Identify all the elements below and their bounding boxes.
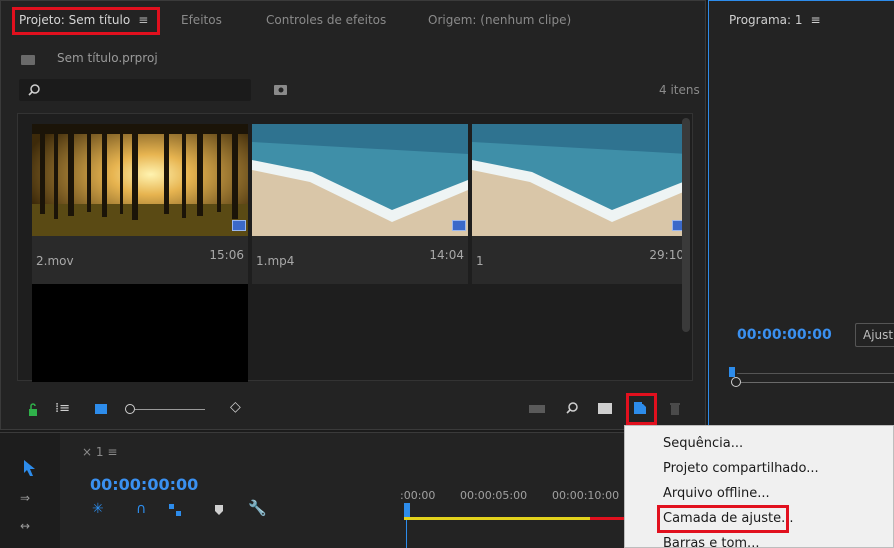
highlight-new-item (626, 393, 657, 425)
search-input[interactable] (19, 79, 251, 101)
clip-duration: 15:06 (209, 248, 244, 262)
panel-menu-icon[interactable]: ≡ (107, 445, 117, 459)
fit-dropdown-label: Ajust (863, 328, 894, 342)
highlight-adjustment-layer (657, 505, 789, 533)
track-select-tool-icon[interactable]: ⇒ (20, 491, 30, 505)
program-zoom-bar[interactable] (741, 382, 894, 383)
ruler-tick-label: 00:00:10:00 (552, 489, 620, 502)
fit-dropdown[interactable]: Ajust (855, 323, 894, 347)
bin-grid: 2.mov 15:06 1.mp4 14:04 1 29:10 (17, 113, 693, 382)
highlight-project-tab (12, 7, 160, 35)
selection-tool-icon[interactable] (22, 459, 36, 477)
zoom-slider-track[interactable] (135, 409, 205, 410)
panel-menu-icon[interactable]: ≡ (810, 13, 820, 27)
project-panel: Projeto: Sem título ≡ Efeitos Controles d… (0, 0, 706, 430)
icon-view-icon[interactable] (95, 404, 107, 414)
clip-name: 2.mov (36, 254, 74, 268)
tab-effect-controls[interactable]: Controles de efeitos (266, 13, 386, 27)
zoom-slider-handle[interactable] (125, 404, 135, 414)
tools-panel: ⇒ ↔ (0, 433, 60, 548)
project-toolbar: ⁞≡ ◇ (1, 391, 705, 429)
timeline-playhead-line (406, 517, 407, 548)
clip-card[interactable]: 1 29:10 (472, 124, 688, 284)
program-panel: Programa: 1 ≡ 00:00:00:00 Ajust (708, 0, 894, 430)
snap-icon[interactable]: ∩ (136, 501, 146, 517)
clip-thumbnail-beach (472, 124, 688, 236)
menu-item-sequence[interactable]: Sequência... (663, 436, 743, 451)
find-bin-icon[interactable] (273, 83, 289, 97)
list-view-icon[interactable]: ⁞≡ (55, 401, 70, 416)
program-ruler[interactable] (729, 367, 894, 377)
clip-card[interactable]: 2.mov 15:06 (32, 124, 248, 284)
program-timecode[interactable]: 00:00:00:00 (737, 327, 832, 343)
ripple-edit-tool-icon[interactable]: ↔ (20, 519, 30, 533)
bin-scrollbar[interactable] (682, 118, 690, 332)
clip-thumbnail-black (32, 284, 248, 382)
ruler-tick-label: 00:00:05:00 (460, 489, 528, 502)
program-playhead[interactable] (729, 367, 735, 377)
automate-icon[interactable] (529, 405, 545, 413)
timeline-timecode[interactable]: 00:00:00:00 (90, 475, 198, 494)
new-bin-icon[interactable] (598, 403, 612, 414)
project-file-icon (21, 55, 35, 65)
render-bar (590, 517, 624, 520)
lock-icon[interactable] (27, 403, 39, 417)
tab-source[interactable]: Origem: (nenhum clipe) (428, 13, 571, 27)
clip-type-icon (452, 220, 466, 231)
item-count: 4 itens (659, 83, 700, 97)
menu-item-shared-project[interactable]: Projeto compartilhado... (663, 461, 819, 476)
ruler-tick-label: :00:00 (400, 489, 436, 502)
clip-type-icon (232, 220, 246, 231)
wrench-icon[interactable]: 🔧 (248, 499, 267, 517)
work-area-bar[interactable] (404, 517, 590, 520)
add-marker-icon[interactable] (214, 504, 224, 516)
program-ruler-line (737, 373, 894, 374)
timeline-tab-label: 1 (95, 445, 104, 459)
nest-icon[interactable]: ✳ (92, 501, 104, 517)
search-icon (28, 84, 40, 96)
linked-selection-icon[interactable] (168, 503, 182, 517)
program-title-label: Programa: 1 (729, 13, 803, 27)
clip-duration: 14:04 (429, 248, 464, 262)
menu-item-offline-file[interactable]: Arquivo offline... (663, 486, 770, 501)
program-playhead-handle[interactable] (731, 377, 741, 387)
clip-name: 1 (476, 254, 484, 268)
clip-card[interactable] (32, 284, 248, 382)
timeline-playhead[interactable] (404, 503, 410, 517)
trash-icon (670, 403, 680, 415)
clip-card[interactable]: 1.mp4 14:04 (252, 124, 468, 284)
find-icon[interactable] (565, 401, 579, 415)
clip-thumbnail-forest (32, 124, 248, 236)
timeline-tab[interactable]: × 1 ≡ (82, 445, 117, 459)
program-title[interactable]: Programa: 1 ≡ (729, 13, 821, 27)
project-tabbar: Projeto: Sem título ≡ Efeitos Controles d… (1, 1, 705, 45)
clip-duration: 29:10 (649, 248, 684, 262)
sort-icon[interactable]: ◇ (230, 399, 241, 415)
project-file-name: Sem título.prproj (57, 51, 158, 65)
menu-item-bars-and-tone[interactable]: Barras e tom... (663, 536, 759, 548)
clip-thumbnail-beach (252, 124, 468, 236)
tab-effects[interactable]: Efeitos (181, 13, 222, 27)
new-item-menu: Sequência... Projeto compartilhado... Ar… (624, 425, 894, 548)
clip-name: 1.mp4 (256, 254, 295, 268)
